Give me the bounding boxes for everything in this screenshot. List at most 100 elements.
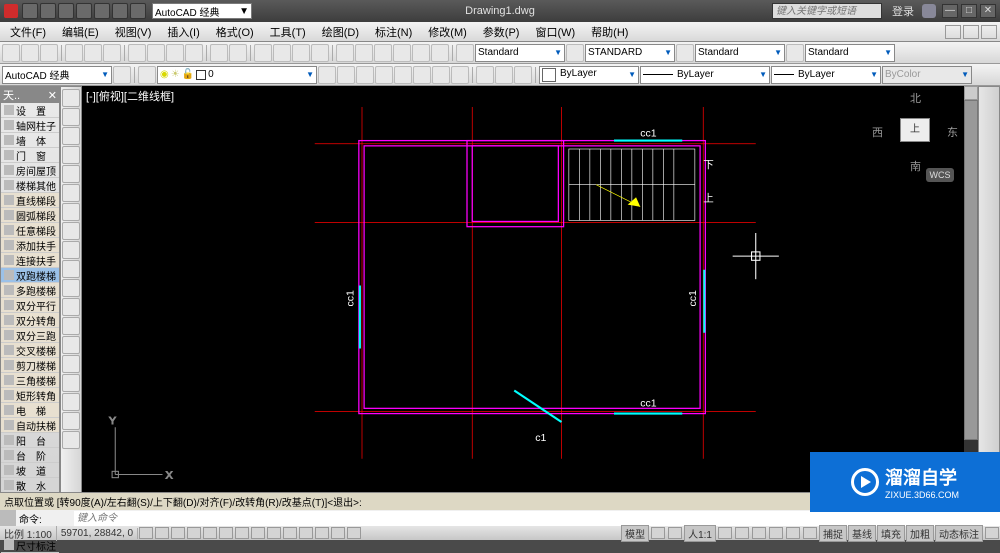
close-button[interactable]: ✕ [980, 4, 996, 18]
status-rbtn-3[interactable]: 加粗 [906, 525, 934, 542]
palette-row-20[interactable]: 电 梯 [1, 403, 59, 418]
palette-row-23[interactable]: 台 阶 [1, 448, 59, 463]
undo2-icon[interactable] [210, 44, 228, 62]
layer-off-icon[interactable] [413, 66, 431, 84]
copy-icon[interactable] [147, 44, 165, 62]
palette-row-24[interactable]: 坡 道 [1, 463, 59, 478]
zoom-prev-icon[interactable] [311, 44, 329, 62]
palette-row-1[interactable]: 轴网柱子 [1, 118, 59, 133]
status-ortho-icon[interactable] [171, 527, 185, 539]
status-dyn-icon[interactable] [267, 527, 281, 539]
rect-icon[interactable] [62, 146, 80, 164]
status-am-icon[interactable] [347, 527, 361, 539]
region-icon[interactable] [62, 374, 80, 392]
menu-insert[interactable]: 插入(I) [159, 24, 207, 40]
menu-file[interactable]: 文件(F) [2, 24, 54, 40]
palette-row-6[interactable]: 直线梯段 [1, 193, 59, 208]
palette-row-18[interactable]: 三角楼梯 [1, 373, 59, 388]
qat-undo-icon[interactable] [112, 3, 128, 19]
search-input[interactable] [772, 3, 882, 19]
status-model-btn[interactable]: 模型 [621, 525, 649, 542]
wcs-badge[interactable]: WCS [926, 168, 954, 182]
status-annoscale[interactable]: 人1:1 [684, 525, 716, 542]
lineweight-select[interactable]: ByLayer▼ [771, 66, 881, 84]
palette-row-7[interactable]: 圆弧梯段 [1, 208, 59, 223]
pan-icon[interactable] [254, 44, 272, 62]
ws-settings-icon[interactable] [113, 66, 131, 84]
circle-icon[interactable] [62, 184, 80, 202]
plotstyle-select[interactable]: ByColor▼ [882, 66, 972, 84]
scroll-thumb-v[interactable] [964, 100, 978, 440]
table-icon[interactable] [62, 393, 80, 411]
zoom-win-icon[interactable] [292, 44, 310, 62]
status-rbtn-2[interactable]: 填充 [877, 525, 905, 542]
palette-row-0[interactable]: 设 置 [1, 103, 59, 118]
block-edit-icon[interactable] [514, 66, 532, 84]
calc-icon[interactable] [431, 44, 449, 62]
status-qp-icon[interactable] [315, 527, 329, 539]
cmdline-handle-icon[interactable] [0, 510, 16, 527]
menu-help[interactable]: 帮助(H) [583, 24, 636, 40]
publish-icon[interactable] [103, 44, 121, 62]
menu-format[interactable]: 格式(O) [208, 24, 262, 40]
ellipse-arc-icon[interactable] [62, 260, 80, 278]
zoom-icon[interactable] [273, 44, 291, 62]
status-tpy-icon[interactable] [299, 527, 313, 539]
palette-row-4[interactable]: 房间屋顶 [1, 163, 59, 178]
status-rbtn-4[interactable]: 动态标注 [935, 525, 983, 542]
qat-new-icon[interactable] [22, 3, 38, 19]
viewcube-top[interactable]: 上 [900, 118, 930, 142]
palette-row-12[interactable]: 多跑楼梯 [1, 283, 59, 298]
save-icon[interactable] [40, 44, 58, 62]
palette-close-icon[interactable]: ✕ [48, 89, 57, 102]
status-annoauto-icon[interactable] [735, 527, 749, 539]
menu-modify[interactable]: 修改(M) [420, 24, 475, 40]
palette-row-14[interactable]: 双分转角 [1, 313, 59, 328]
maximize-button[interactable]: □ [961, 4, 977, 18]
print-icon[interactable] [65, 44, 83, 62]
status-iso-icon[interactable] [803, 527, 817, 539]
minimize-button[interactable]: — [942, 4, 958, 18]
layer-freeze2-icon[interactable] [394, 66, 412, 84]
doc-restore-icon[interactable] [963, 25, 979, 39]
status-3dosnap-icon[interactable] [219, 527, 233, 539]
layer-prev-icon[interactable] [318, 66, 336, 84]
qat-plot-icon[interactable] [94, 3, 110, 19]
menu-draw[interactable]: 绘图(D) [314, 24, 367, 40]
workspace-select2[interactable]: AutoCAD 经典▼ [2, 66, 112, 84]
palette-row-19[interactable]: 矩形转角 [1, 388, 59, 403]
cut-icon[interactable] [128, 44, 146, 62]
status-ws-icon[interactable] [752, 527, 766, 539]
drawing-canvas[interactable]: [-][俯视][二维线框] [82, 86, 978, 506]
line-icon[interactable] [62, 89, 80, 107]
point-icon[interactable] [62, 317, 80, 335]
ssm-icon[interactable] [393, 44, 411, 62]
dcenter-icon[interactable] [355, 44, 373, 62]
status-polar-icon[interactable] [187, 527, 201, 539]
insert2-icon[interactable] [62, 279, 80, 297]
props-icon[interactable] [336, 44, 354, 62]
doc-close-icon[interactable] [981, 25, 997, 39]
status-quicklay-icon[interactable] [668, 527, 682, 539]
linetype-select[interactable]: ByLayer▼ [640, 66, 770, 84]
scroll-up-icon[interactable] [964, 86, 978, 100]
status-annoshow-icon[interactable] [718, 527, 732, 539]
layer-manager-icon[interactable] [138, 66, 156, 84]
pline-icon[interactable] [62, 108, 80, 126]
status-osnap-icon[interactable] [203, 527, 217, 539]
login-link[interactable]: 登录 [892, 3, 914, 19]
qat-save-icon[interactable] [58, 3, 74, 19]
toolpal-icon[interactable] [374, 44, 392, 62]
vertical-scrollbar[interactable] [964, 86, 978, 492]
make-block-icon[interactable] [495, 66, 513, 84]
textstyle-icon[interactable] [456, 44, 474, 62]
color-select[interactable]: ByLayer▼ [539, 66, 639, 84]
status-sc-icon[interactable] [331, 527, 345, 539]
gradient-icon[interactable] [62, 355, 80, 373]
workspace-selector[interactable]: AutoCAD 经典 ▼ [152, 3, 252, 19]
palette-title[interactable]: 天..✕ [1, 87, 59, 103]
app-logo[interactable] [4, 4, 18, 18]
status-ducs-icon[interactable] [251, 527, 265, 539]
view-cube[interactable]: 北 南 西 东 上 [870, 90, 960, 180]
status-snap-icon[interactable] [139, 527, 153, 539]
